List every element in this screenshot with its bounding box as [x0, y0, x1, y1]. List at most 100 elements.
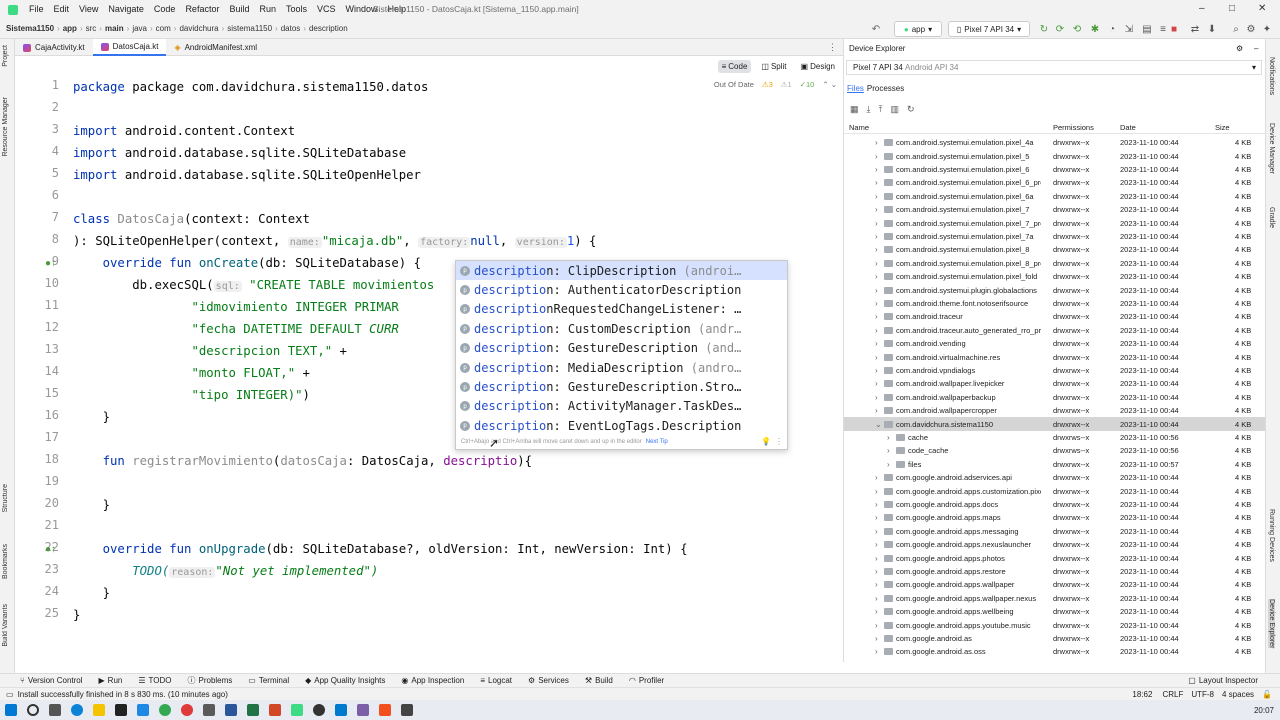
completion-item[interactable]: p descriptio n: EventLogTags.Description — [456, 416, 787, 435]
chevron-down-icon[interactable]: ⌄ — [875, 420, 882, 429]
tool-services[interactable]: ⚙ Services — [520, 676, 577, 685]
run-config-select[interactable]: ● app ▾ — [894, 21, 942, 37]
hide-panel-icon[interactable]: – — [1254, 44, 1258, 53]
menu-tools[interactable]: Tools — [281, 0, 312, 19]
excel-icon[interactable] — [247, 704, 259, 716]
menu-navigate[interactable]: Navigate — [103, 0, 149, 19]
chevron-right-icon[interactable]: › — [875, 232, 878, 241]
file-tree-row[interactable]: › com.android.traceur.auto_generated_rro_… — [844, 324, 1266, 337]
chevron-right-icon[interactable]: › — [887, 460, 890, 469]
file-tree-row[interactable]: › com.android.systemui.emulation.pixel_7_… — [844, 216, 1266, 229]
memory-icon[interactable]: ▤ — [1140, 21, 1154, 37]
chevron-right-icon[interactable]: › — [875, 353, 878, 362]
file-tree-row[interactable]: › com.google.android.apps.wallpaper.nexus… — [844, 592, 1266, 605]
override-marker-icon[interactable]: ●↑ — [45, 258, 56, 269]
tool-profiler[interactable]: ◠ Profiler — [621, 676, 672, 685]
tool-structure[interactable]: Structure — [2, 484, 9, 512]
terminal-app-icon[interactable] — [115, 704, 127, 716]
mode-code[interactable]: ≡ Code — [717, 60, 752, 73]
file-tree-row[interactable]: › com.google.android.apps.nexuslauncher dr… — [844, 538, 1266, 551]
file-tree-row[interactable]: › com.google.android.apps.youtube.music dr… — [844, 618, 1266, 631]
app-icon[interactable] — [203, 704, 215, 716]
file-tree-row[interactable]: › com.android.systemui.emulation.pixel_5 d… — [844, 149, 1266, 162]
close-icon[interactable]: ✕ — [1258, 3, 1266, 14]
file-tree-row[interactable]: › com.android.systemui.emulation.pixel_6a… — [844, 190, 1266, 203]
search-icon[interactable]: ⌕ — [1229, 21, 1243, 37]
file-tree-row[interactable]: › com.google.android.apps.wallpaper drwxrw… — [844, 578, 1266, 591]
stop-icon[interactable]: ■ — [1169, 21, 1179, 37]
android-studio-icon[interactable] — [291, 704, 303, 716]
chevron-right-icon[interactable]: › — [875, 245, 878, 254]
file-tree-row[interactable]: › com.google.android.apps.messaging drwxrw… — [844, 525, 1266, 538]
tool-app-inspection[interactable]: ◉ App Inspection — [393, 676, 472, 685]
file-tree-row[interactable]: › files drwxrwx--x 2023-11-10 00:57 4 KB — [844, 458, 1266, 471]
search-icon[interactable] — [27, 704, 39, 716]
col-name[interactable]: Name — [849, 123, 869, 132]
chevron-right-icon[interactable]: › — [875, 567, 878, 576]
chevron-right-icon[interactable]: › — [875, 259, 878, 268]
figma-icon[interactable] — [379, 704, 391, 716]
indent-setting[interactable]: 4 spaces — [1222, 690, 1262, 699]
chevron-right-icon[interactable]: › — [875, 513, 878, 522]
file-tree-row[interactable]: › com.google.android.apps.photos drwxrwx--… — [844, 551, 1266, 564]
status-message[interactable]: Install successfully finished in 8 s 830… — [14, 690, 228, 699]
menu-refactor[interactable]: Refactor — [180, 0, 224, 19]
completion-item[interactable]: p descriptio n: GestureDescription (and… — [456, 339, 787, 358]
caret-position[interactable]: 18:62 — [1132, 690, 1162, 699]
file-explorer-icon[interactable] — [93, 704, 105, 716]
plugin-icon[interactable]: ✦ — [1260, 21, 1274, 37]
chevron-right-icon[interactable]: › — [875, 312, 878, 321]
chevron-right-icon[interactable]: › — [875, 540, 878, 549]
chevron-right-icon[interactable]: › — [875, 406, 878, 415]
chevron-right-icon[interactable]: › — [875, 138, 878, 147]
chevron-right-icon[interactable]: › — [875, 554, 878, 563]
file-tree-row[interactable]: › com.android.systemui.emulation.pixel_7 d… — [844, 203, 1266, 216]
tool-version-control[interactable]: ⑂ Version Control — [0, 676, 91, 685]
chevron-right-icon[interactable]: › — [875, 580, 878, 589]
breadcrumb-com[interactable]: com — [153, 24, 174, 33]
lock-icon[interactable]: 🔓 — [1262, 690, 1280, 699]
windows-start-icon[interactable] — [5, 704, 17, 716]
file-tree-row[interactable]: › com.google.android.as.oss drwxrwx--x 2023… — [844, 645, 1266, 658]
menu-vcs[interactable]: VCS — [312, 0, 341, 19]
minimize-icon[interactable]: – — [1199, 3, 1205, 14]
file-tree-row[interactable]: › com.google.android.apps.customization.p… — [844, 484, 1266, 497]
breadcrumb-sistema1150[interactable]: sistema1150 — [224, 24, 275, 33]
file-tree-row[interactable]: › cache drwxrws--x 2023-11-10 00:56 4 KB — [844, 431, 1266, 444]
tool-resource-manager[interactable]: Resource Manager — [2, 97, 9, 157]
tool-layout-inspector[interactable]: ▢ Layout Inspector — [1180, 676, 1280, 685]
device-select[interactable]: ▯ Pixel 7 API 34 ▾ — [948, 21, 1030, 37]
tool-app-quality-insights[interactable]: ◆ App Quality Insights — [297, 676, 393, 685]
browser-icon[interactable] — [181, 704, 193, 716]
breadcrumb-main[interactable]: main — [102, 24, 127, 33]
breadcrumb-datos[interactable]: datos — [278, 24, 304, 33]
tool-todo[interactable]: ☰ TODO — [130, 676, 179, 685]
breadcrumb-project[interactable]: Sistema1150 — [0, 24, 57, 33]
chevron-right-icon[interactable]: › — [887, 446, 890, 455]
sdk-manager-icon[interactable]: ⬇ — [1205, 21, 1219, 37]
tool-logcat[interactable]: ≡ Logcat — [472, 676, 520, 685]
chevron-right-icon[interactable]: › — [875, 326, 878, 335]
chevron-right-icon[interactable]: › — [875, 192, 878, 201]
tab-caja-activity[interactable]: CajaActivity.kt — [15, 39, 93, 56]
completion-item[interactable]: p descriptio nRequestedChangeListener: … — [456, 300, 787, 319]
file-encoding[interactable]: UTF-8 — [1191, 690, 1222, 699]
completion-item[interactable]: p descriptio n: CustomDescription (andr… — [456, 319, 787, 338]
tool-running-devices[interactable]: Running Devices — [1268, 509, 1275, 562]
file-tree-row[interactable]: › com.google.android.adservices.api drwxrw… — [844, 471, 1266, 484]
rerun-icon[interactable]: ↻ — [1037, 21, 1051, 37]
tool-bookmarks[interactable]: Bookmarks — [2, 544, 9, 579]
file-tree-row[interactable]: › com.google.android.apps.restore drwxrwx-… — [844, 565, 1266, 578]
file-tree-row[interactable]: › code_cache drwxrws--x 2023-11-10 00:56 4 K… — [844, 444, 1266, 457]
chevron-right-icon[interactable]: › — [887, 433, 890, 442]
file-tree-row[interactable]: › com.android.virtualmachine.res drwxrwx--… — [844, 350, 1266, 363]
store-icon[interactable] — [137, 704, 149, 716]
chevron-right-icon[interactable]: › — [875, 152, 878, 161]
delete-icon[interactable]: ▥ — [890, 104, 899, 115]
file-tree-row[interactable]: ⌄ com.davidchura.sistema1150 drwxrwx--x 202… — [844, 417, 1266, 431]
file-tree-row[interactable]: › com.android.systemui.plugin.globalactio… — [844, 283, 1266, 296]
chevron-right-icon[interactable]: › — [875, 272, 878, 281]
file-tree-row[interactable]: › com.android.wallpaper.livepicker drwxrwx… — [844, 377, 1266, 390]
tool-terminal[interactable]: ▭ Terminal — [240, 676, 297, 685]
override-marker-icon[interactable]: ●↑ — [45, 544, 56, 555]
